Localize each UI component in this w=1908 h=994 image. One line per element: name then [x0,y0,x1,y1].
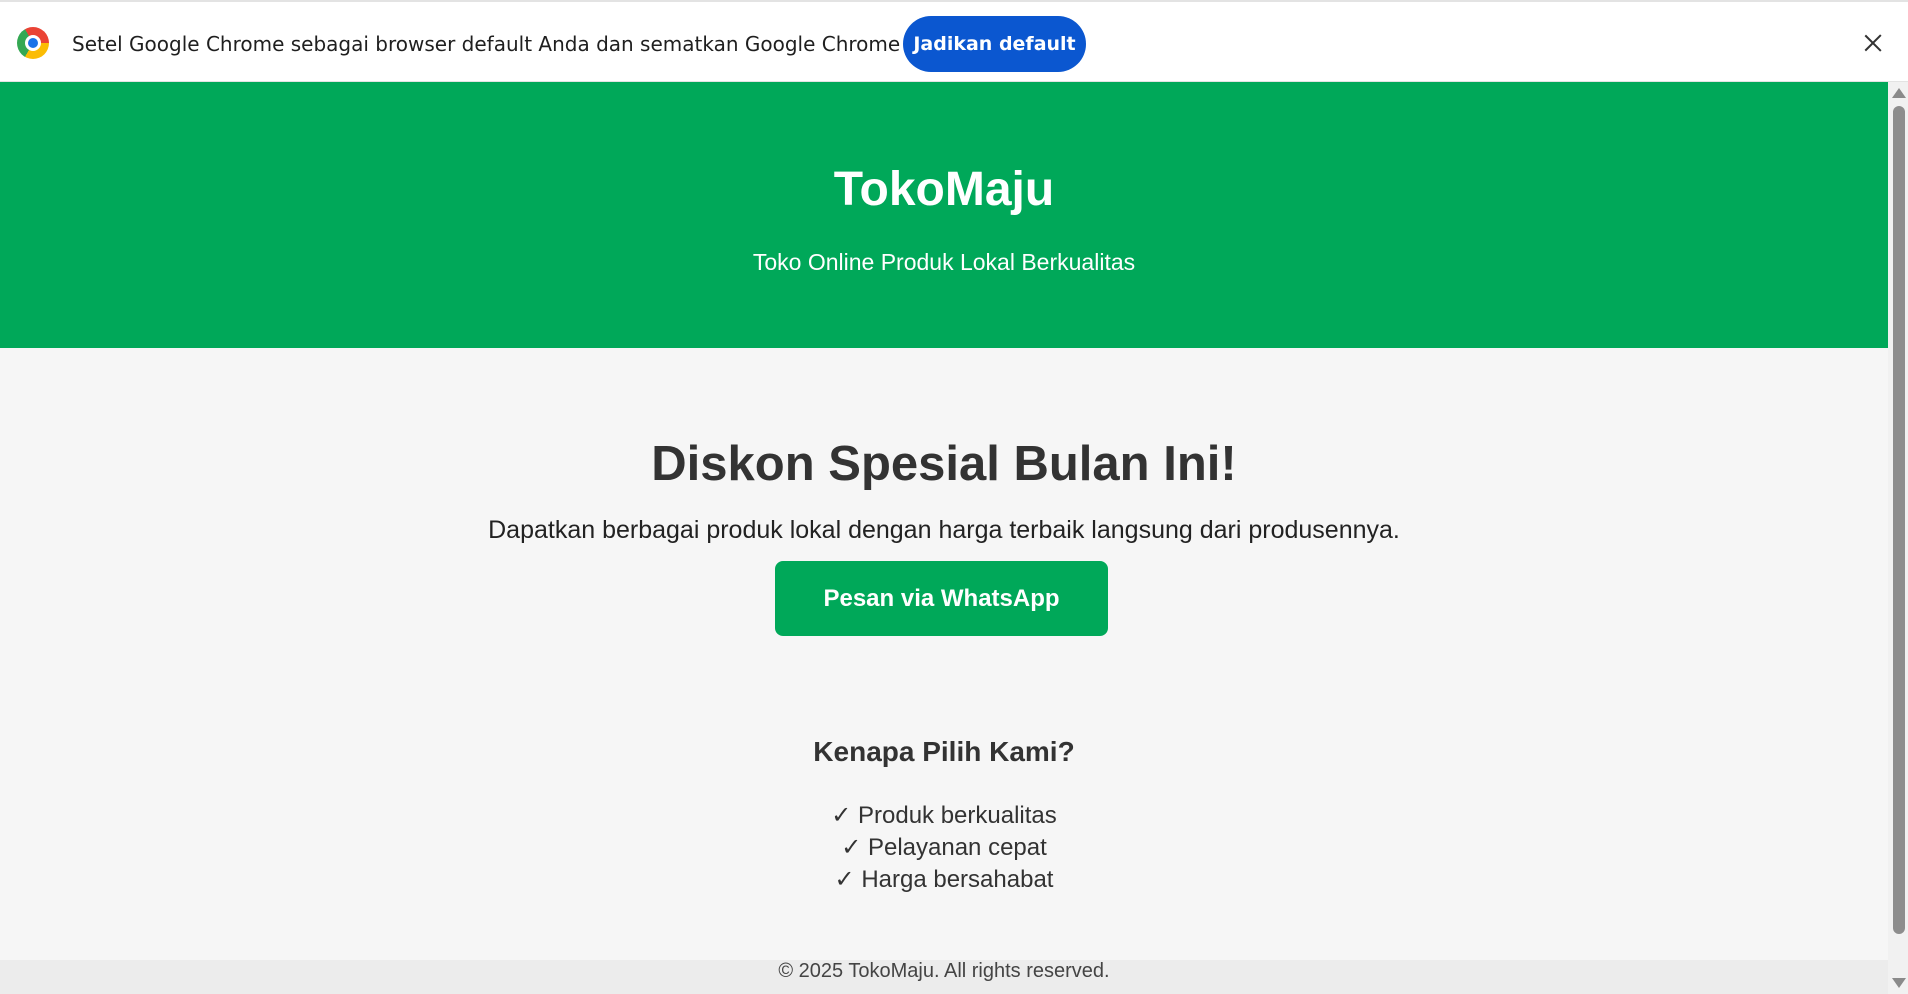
default-browser-infobar: Setel Google Chrome sebagai browser defa… [0,0,1908,82]
promo-text: Dapatkan berbagai produk lokal dengan ha… [488,516,1400,544]
benefit-item: ✓ Harga bersahabat [834,866,1054,893]
infobar-message: Setel Google Chrome sebagai browser defa… [72,32,1012,56]
page-content: TokoMaju Toko Online Produk Lokal Berkua… [0,82,1888,994]
site-footer: © 2025 TokoMaju. All rights reserved. [0,960,1888,994]
close-icon[interactable] [1860,30,1886,56]
site-header: TokoMaju Toko Online Produk Lokal Berkua… [0,82,1888,348]
set-default-button[interactable]: Jadikan default [903,16,1086,72]
chrome-logo-icon [17,27,49,59]
promo-section: Diskon Spesial Bulan Ini! Dapatkan berba… [0,348,1888,960]
benefit-item: ✓ Produk berkualitas [831,802,1057,829]
scroll-down-arrow-icon[interactable] [1892,978,1906,988]
site-title: TokoMaju [833,163,1055,216]
scroll-up-arrow-icon[interactable] [1892,88,1906,98]
benefit-item: ✓ Pelayanan cepat [841,834,1047,861]
promo-title: Diskon Spesial Bulan Ini! [651,437,1237,491]
site-tagline: Toko Online Produk Lokal Berkualitas [752,249,1136,275]
why-us-title: Kenapa Pilih Kami? [813,736,1075,767]
vertical-scrollbar[interactable] [1888,82,1908,994]
benefit-list: ✓ Produk berkualitas ✓ Pelayanan cepat ✓… [0,800,1888,896]
whatsapp-order-button[interactable]: Pesan via WhatsApp [775,561,1108,636]
scroll-thumb[interactable] [1893,106,1905,934]
footer-copyright: © 2025 TokoMaju. All rights reserved. [778,960,1110,982]
